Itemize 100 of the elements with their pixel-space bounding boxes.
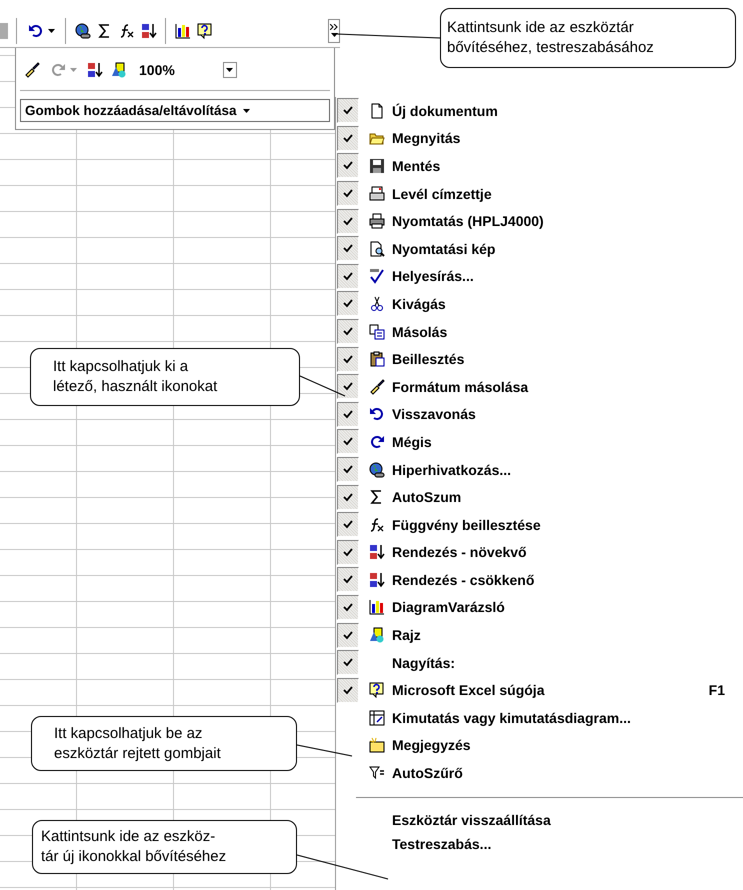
checkbox[interactable] (337, 678, 359, 703)
menu-item[interactable]: Függvény beillesztése (336, 510, 743, 538)
checkbox[interactable] (337, 346, 359, 372)
checkbox[interactable] (337, 236, 359, 262)
menu-item[interactable]: Mégis (336, 428, 743, 456)
checkbox[interactable] (337, 291, 359, 316)
function-icon[interactable] (119, 22, 135, 38)
zoom-value[interactable]: 100% (139, 62, 175, 78)
checkbox[interactable] (337, 457, 359, 482)
menu-item[interactable]: Visszavonás (336, 400, 743, 428)
caret-icon (226, 68, 234, 72)
sort-descending-icon[interactable] (87, 62, 103, 78)
checkbox[interactable] (337, 374, 359, 400)
checkbox[interactable] (337, 540, 359, 565)
checkbox[interactable] (337, 208, 359, 234)
check-icon (343, 382, 353, 392)
menu-item[interactable]: Eszköztár visszaállítása (336, 808, 743, 832)
help-icon[interactable] (197, 22, 213, 38)
menu-item[interactable]: Hiperhivatkozás... (336, 456, 743, 484)
check-icon (343, 492, 353, 502)
toolbar-options-button[interactable] (328, 18, 340, 42)
menu-item[interactable]: Levél címzettje (336, 180, 743, 208)
menu-item[interactable]: Új dokumentum (336, 97, 743, 125)
checkbox[interactable] (337, 484, 359, 510)
globe-icon (369, 462, 385, 478)
menu-item[interactable]: Rendezés - növekvő (336, 538, 743, 566)
undo-icon (369, 406, 385, 422)
menu-item[interactable]: Microsoft Excel súgója F1 (336, 676, 743, 704)
menu-item[interactable]: Nagyítás: (336, 648, 743, 676)
help-icon (369, 682, 385, 698)
checkbox[interactable] (337, 153, 359, 178)
menu-item[interactable]: Megnyitás (336, 124, 743, 152)
pivot-table-icon (369, 710, 385, 726)
checkbox[interactable] (337, 181, 359, 206)
add-remove-buttons-menu[interactable]: Gombok hozzáadása/eltávolítása (20, 99, 330, 122)
menu-item[interactable]: Rajz (336, 621, 743, 649)
checkbox[interactable] (337, 429, 359, 454)
checkbox[interactable] (337, 126, 359, 151)
check-icon (343, 106, 353, 116)
sort-descending-icon (369, 572, 385, 588)
chevron-icon (330, 24, 338, 30)
checkbox[interactable] (337, 594, 359, 620)
menu-item[interactable]: Mentés (336, 152, 743, 180)
menu-item[interactable]: Kimutatás vagy kimutatásdiagram... (336, 704, 743, 732)
menu-item[interactable]: AutoSzum (336, 483, 743, 511)
menu-item[interactable]: Nyomtatási kép (336, 234, 743, 263)
check-icon (343, 602, 353, 612)
check-icon (343, 548, 353, 557)
globe-icon[interactable] (75, 22, 91, 38)
magnifier-page-icon (369, 240, 385, 257)
menu-item[interactable]: Megjegyzés (336, 732, 743, 760)
checkbox[interactable] (337, 567, 359, 592)
checkbox[interactable] (337, 622, 359, 648)
menu-item[interactable]: Rendezés - csökkenő (336, 566, 743, 594)
checkbox[interactable] (337, 319, 359, 344)
check-icon (343, 244, 353, 254)
checkbox[interactable] (337, 650, 359, 676)
menu-item[interactable]: Nyomtatás (HPLJ4000) (336, 207, 743, 235)
menu-item[interactable]: Kivágás (336, 290, 743, 318)
bar-chart-icon[interactable] (175, 22, 191, 38)
callout-text: Kattintsunk ide az eszköztár bővítéséhez, testreszabásához (447, 18, 654, 58)
zoom-dropdown-button[interactable] (222, 62, 237, 78)
note-icon (369, 737, 385, 754)
checkbox[interactable] (337, 402, 359, 427)
check-icon (343, 465, 353, 474)
checkbox[interactable] (337, 512, 359, 538)
menu-item[interactable]: Helyesírás... (336, 262, 743, 290)
redo-icon (369, 434, 385, 450)
checkbox[interactable] (337, 264, 359, 289)
paintbrush-icon[interactable] (24, 62, 40, 78)
menu-item[interactable]: Testreszabás... (336, 832, 743, 856)
check-icon (343, 272, 353, 281)
caret-icon (70, 68, 77, 72)
shapes-icon (369, 627, 385, 644)
checkbox[interactable] (337, 98, 359, 124)
printer-icon (369, 213, 385, 230)
check-icon (343, 410, 353, 419)
caret-icon (330, 33, 338, 37)
callout-text: Kattintsunk ide az eszköz- tár új ikonokkal bővítéséhez (41, 827, 226, 867)
check-icon (343, 134, 353, 143)
shortcut-label: F1 (708, 682, 725, 698)
shapes-icon[interactable] (111, 62, 127, 78)
check-icon (343, 658, 353, 668)
menu-item[interactable]: AutoSzűrő (336, 759, 743, 787)
callout-text: Itt kapcsolhatjuk be az eszköztár rejtett gombjait (54, 724, 221, 764)
menu-item[interactable]: DiagramVarázsló (336, 594, 743, 622)
check-icon (343, 299, 353, 308)
sort-ascending-icon[interactable] (141, 22, 157, 38)
check-icon (343, 189, 353, 198)
mail-icon (369, 186, 385, 202)
check-icon (343, 327, 353, 336)
spelling-icon (369, 268, 385, 284)
menu-item[interactable]: Formátum másolása (336, 372, 743, 401)
check-icon (343, 354, 353, 364)
check-icon (343, 161, 353, 170)
check-icon (343, 686, 353, 695)
check-icon (343, 575, 353, 584)
menu-item[interactable]: Beillesztés (336, 345, 743, 373)
scissors-icon (369, 296, 385, 312)
menu-item[interactable]: Másolás (336, 318, 743, 346)
